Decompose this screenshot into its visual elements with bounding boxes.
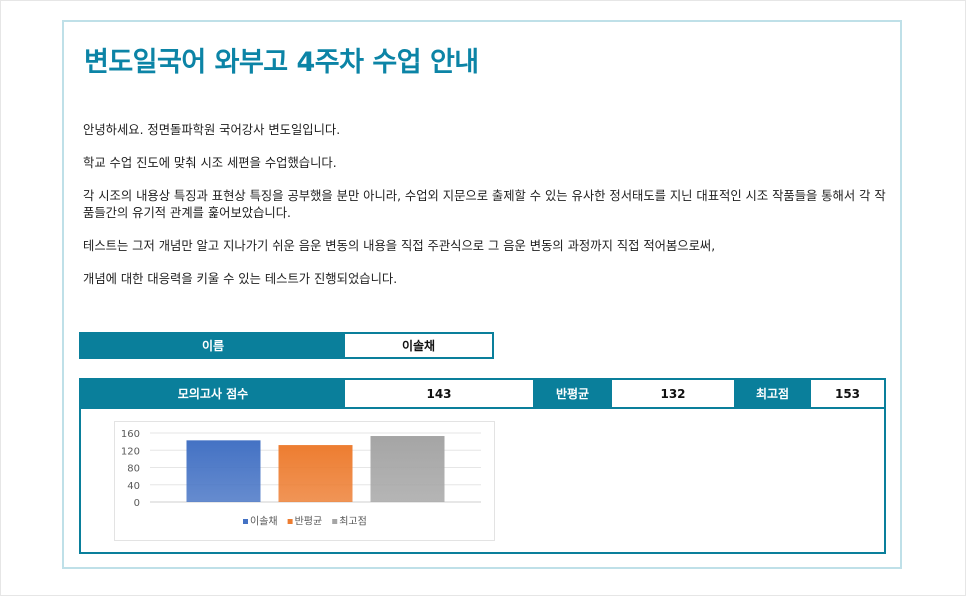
bar-1	[186, 440, 261, 502]
score-chart-svg: 0 40 80 120 160 이솔채 반평균 최고점	[121, 429, 481, 528]
y-tick-label-80: 80	[127, 464, 140, 475]
bar-2	[278, 445, 353, 502]
legend-swatch-3	[332, 519, 338, 524]
legend-label-2: 반평균	[295, 516, 323, 528]
score-chart: 0 40 80 120 160 이솔채 반평균 최고점	[114, 421, 495, 541]
y-tick-label-40: 40	[127, 481, 140, 492]
y-tick-label-0: 0	[134, 498, 140, 509]
paragraph-test: 테스트는 그저 개념만 알고 지나가기 쉬운 음운 변동의 내용을 직접 주관식…	[83, 239, 716, 253]
paragraph-greeting: 안녕하세요. 정면돌파학원 국어강사 변도일입니다.	[83, 123, 341, 137]
max-score-label: 최고점	[734, 380, 811, 407]
legend-swatch-1	[243, 519, 248, 524]
notice-body: 안녕하세요. 정면돌파학원 국어강사 변도일입니다. 학교 수업 진도에 맞춰 …	[83, 122, 891, 304]
paragraph-content: 각 시조의 내용상 특징과 표현상 특징을 공부했을 분만 아니라, 수업외 지…	[83, 189, 886, 220]
mock-score-label: 모의고사 점수	[81, 380, 345, 407]
max-score-value: 153	[834, 386, 861, 401]
name-label: 이름	[81, 334, 345, 357]
student-name-row: 이름 이솔채	[79, 332, 494, 359]
class-average-value: 132	[660, 386, 686, 401]
legend-label-3: 최고점	[339, 516, 367, 528]
score-row: 모의고사 점수 143 반평균 132 최고점 153	[81, 380, 884, 409]
legend-swatch-2	[287, 519, 293, 524]
score-table: 모의고사 점수 143 반평균 132 최고점 153 0 40 80 120 160 이…	[79, 378, 886, 554]
paragraph-progress: 학교 수업 진도에 맞춰 시조 세편을 수업했습니다.	[83, 156, 337, 170]
paragraph-result: 개념에 대한 대응력을 키울 수 있는 테스트가 진행되었습니다.	[83, 272, 398, 286]
y-tick-label-120: 120	[121, 446, 140, 457]
mock-score-value: 143	[426, 386, 452, 401]
bar-3	[370, 436, 445, 502]
page-title: 변도일국어 와부고 4주차 수업 안내	[84, 47, 479, 78]
class-average-label: 반평균	[533, 380, 612, 407]
y-tick-label-160: 160	[121, 429, 140, 440]
name-value: 이솔채	[401, 339, 436, 353]
legend-label-1: 이솔채	[250, 516, 278, 528]
